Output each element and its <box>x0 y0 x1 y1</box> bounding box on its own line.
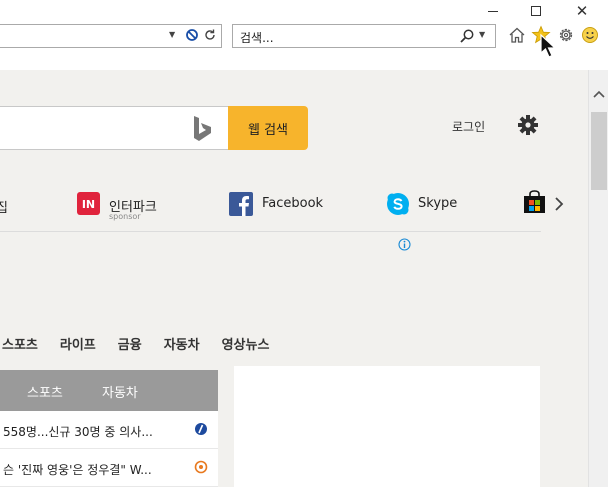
chevron-right-icon[interactable] <box>553 197 565 211</box>
news-source-icon <box>195 423 207 435</box>
category-life[interactable]: 라이프 <box>60 334 96 353</box>
news-tab-bar: 스포츠 자동차 <box>0 370 218 411</box>
news-title: 558명...신규 30명 중 의사... <box>3 425 153 439</box>
stop-icon[interactable] <box>185 28 199 42</box>
skype-icon <box>387 193 409 215</box>
news-title: 슨 '진짜 영웅'은 정우결" W... <box>3 463 152 477</box>
tile-label: 집 <box>0 201 8 216</box>
title-bar: ✕ <box>0 0 608 22</box>
news-source-icon <box>194 460 208 474</box>
category-finance[interactable]: 금융 <box>118 334 142 353</box>
scroll-up-arrow-icon[interactable] <box>593 90 605 98</box>
minimize-button[interactable] <box>480 2 506 20</box>
news-item[interactable]: 558명...신규 30명 중 의사... <box>0 411 218 449</box>
interpark-icon: IN <box>77 192 100 215</box>
news-category-nav: 스포츠 라이프 금융 자동차 영상뉴스 <box>0 334 291 353</box>
category-sports[interactable]: 스포츠 <box>2 334 38 353</box>
category-video-news[interactable]: 영상뉴스 <box>222 334 270 353</box>
bing-search-input[interactable] <box>0 106 228 150</box>
store-bag-icon <box>524 190 545 213</box>
address-bar[interactable]: ▼ <box>0 24 222 48</box>
login-link[interactable]: 로그인 <box>452 118 485 135</box>
bing-logo-icon <box>194 116 211 141</box>
close-button[interactable]: ✕ <box>569 2 595 20</box>
divider <box>0 231 541 232</box>
feedback-smiley-icon[interactable] <box>580 25 600 45</box>
settings-gear-icon[interactable] <box>517 114 539 136</box>
address-dropdown-icon[interactable]: ▼ <box>169 30 175 39</box>
browser-search-box[interactable]: 검색... ▼ <box>232 24 496 48</box>
refresh-icon[interactable] <box>203 28 217 42</box>
news-item[interactable]: 슨 '진짜 영웅'은 정우결" W... <box>0 449 218 487</box>
tile-label: Skype <box>418 196 458 211</box>
search-icon[interactable] <box>459 28 475 44</box>
minimize-icon <box>488 10 498 12</box>
bing-homepage: 웹 검색 로그인 집 IN 인터파크 sponsor Facebook Skyp… <box>0 70 588 487</box>
category-auto[interactable]: 자동차 <box>164 334 200 353</box>
facebook-icon <box>229 192 253 216</box>
close-icon: ✕ <box>575 2 589 20</box>
info-icon[interactable] <box>398 238 411 251</box>
maximize-button[interactable] <box>523 2 549 20</box>
svg-text:IN: IN <box>82 198 95 211</box>
search-input[interactable]: 검색... <box>240 29 274 46</box>
tile-label: Facebook <box>262 196 324 211</box>
tile-sponsor-label: sponsor <box>109 212 141 221</box>
web-search-button[interactable]: 웹 검색 <box>228 106 308 150</box>
tab-auto[interactable]: 자동차 <box>102 382 138 401</box>
news-list: 558명...신규 30명 중 의사... 슨 '진짜 영웅'은 정우결" W.… <box>0 411 218 487</box>
maximize-icon <box>531 6 541 16</box>
search-dropdown-icon[interactable]: ▼ <box>479 30 485 39</box>
scrollbar-thumb[interactable] <box>591 112 607 190</box>
home-icon[interactable] <box>507 25 527 45</box>
ad-panel <box>234 366 540 487</box>
mouse-pointer-icon <box>540 33 557 58</box>
tab-sports[interactable]: 스포츠 <box>27 382 63 401</box>
vertical-scrollbar[interactable] <box>588 70 608 487</box>
